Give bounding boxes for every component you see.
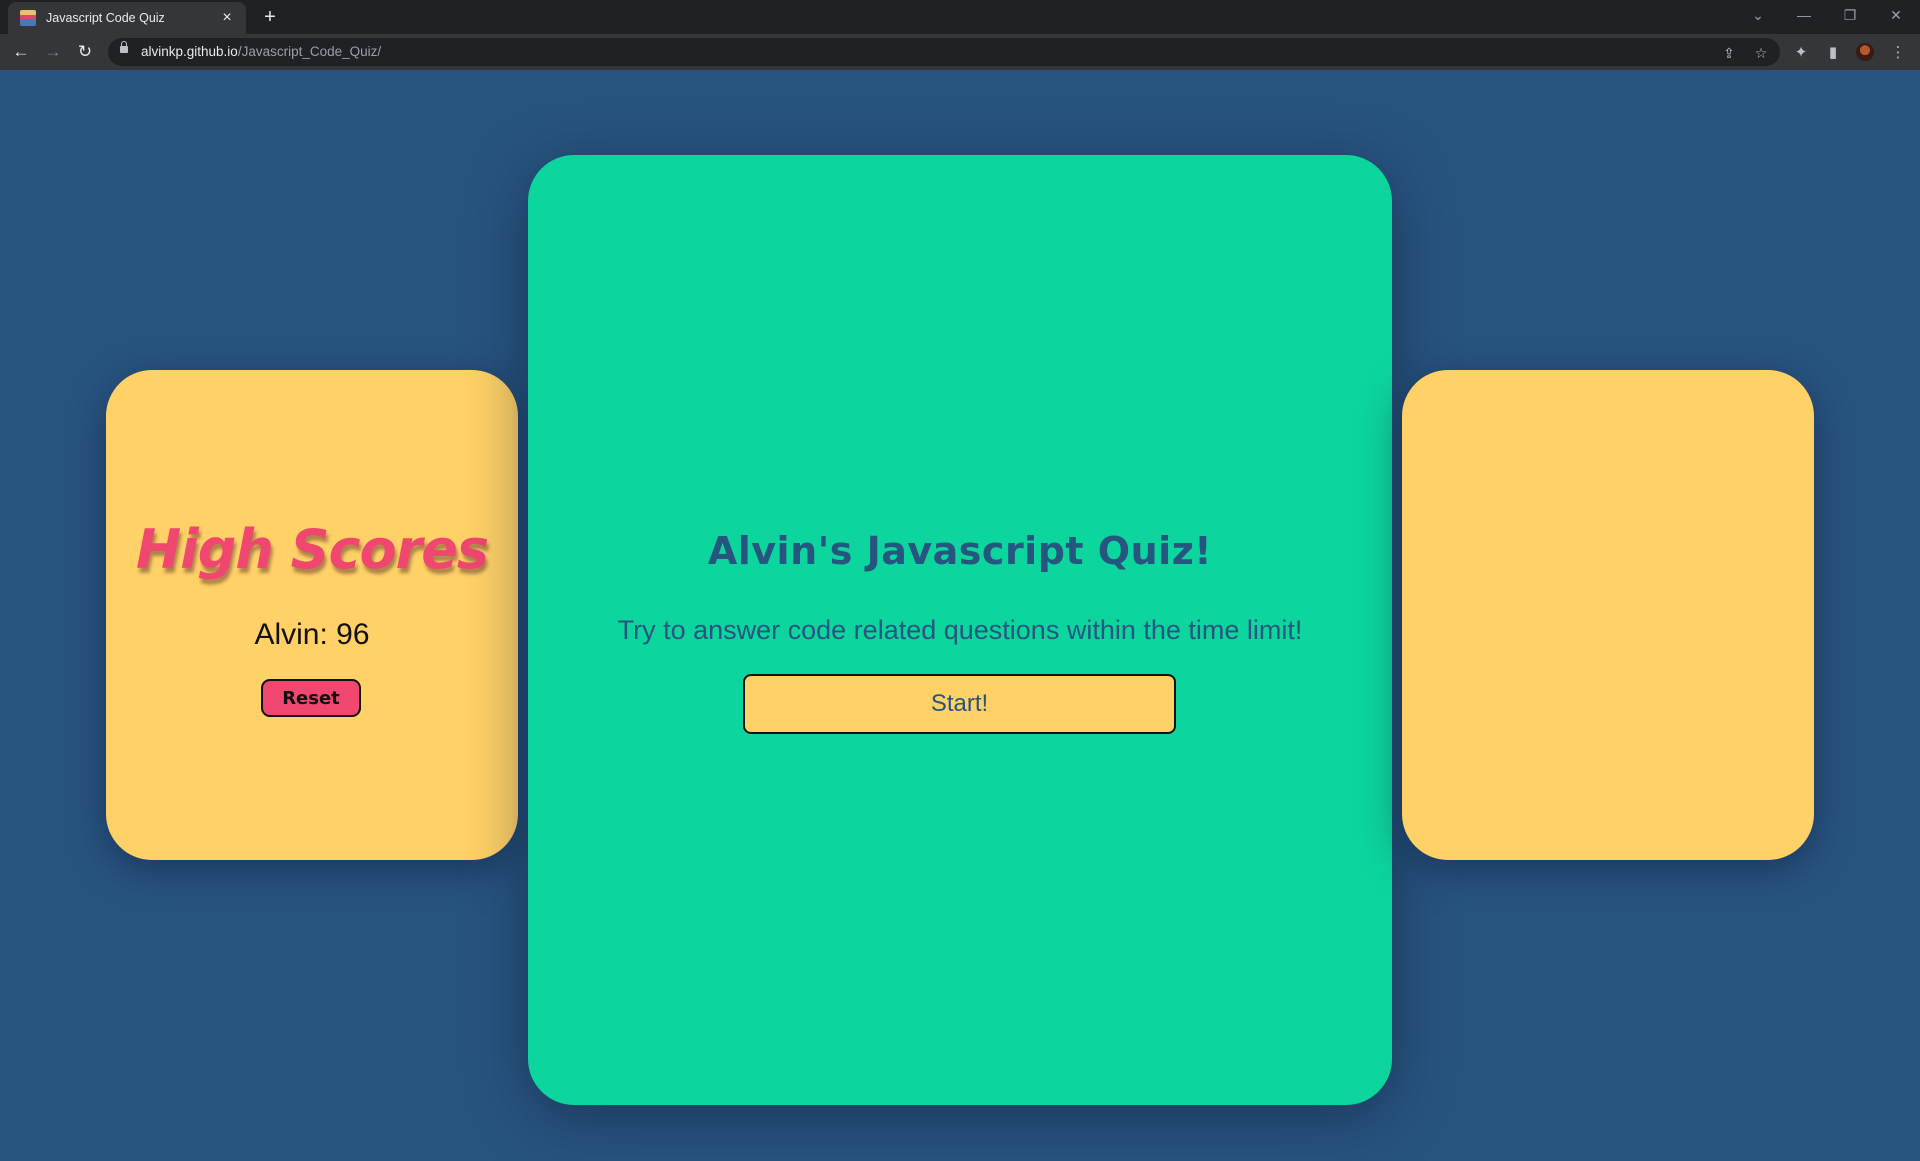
quiz-card: Alvin's Javascript Quiz! Try to answer c…	[528, 155, 1392, 1105]
reload-icon[interactable]: ↻	[72, 39, 98, 65]
lock-icon[interactable]	[120, 41, 128, 53]
quiz-title: Alvin's Javascript Quiz!	[707, 529, 1213, 573]
extensions-icon[interactable]: ✦	[1788, 39, 1814, 65]
browser-tab[interactable]: Javascript Code Quiz ×	[8, 2, 246, 34]
back-icon[interactable]: ←	[8, 39, 34, 65]
tab-strip: Javascript Code Quiz × + ⌄ — ❐ ✕	[0, 0, 1920, 34]
tab-close-icon[interactable]: ×	[216, 7, 238, 29]
menu-icon[interactable]: ⋮	[1885, 39, 1911, 65]
browser-chrome: Javascript Code Quiz × + ⌄ — ❐ ✕ ← → ↻ a…	[0, 0, 1920, 70]
quiz-subtitle: Try to answer code related questions wit…	[617, 615, 1303, 645]
reset-button[interactable]: Reset	[261, 679, 361, 717]
tab-search-icon[interactable]: ⌄	[1738, 2, 1778, 28]
address-bar[interactable]: alvinkp.github.io/Javascript_Code_Quiz/ …	[108, 38, 1780, 66]
high-scores-title: High Scores	[136, 518, 489, 581]
start-button[interactable]: Start!	[743, 674, 1176, 734]
favicon-icon	[20, 10, 36, 26]
high-scores-card: High Scores Alvin: 96 Reset	[106, 370, 518, 860]
bookmark-star-icon[interactable]: ☆	[1750, 42, 1772, 64]
profile-avatar[interactable]	[1856, 43, 1874, 61]
new-tab-icon[interactable]: +	[258, 5, 282, 29]
url-path: /Javascript_Code_Quiz/	[237, 44, 382, 59]
close-window-icon[interactable]: ✕	[1876, 2, 1916, 28]
tab-title: Javascript Code Quiz	[46, 11, 165, 25]
share-icon[interactable]: ⇪	[1718, 42, 1740, 64]
side-panel-icon[interactable]: ▮	[1820, 39, 1846, 65]
timer-card	[1402, 370, 1814, 860]
minimize-icon[interactable]: —	[1784, 2, 1824, 28]
url-host: alvinkp.github.io	[141, 44, 238, 59]
high-score-entry: Alvin: 96	[254, 618, 370, 651]
url-text[interactable]: alvinkp.github.io/Javascript_Code_Quiz/	[141, 44, 381, 59]
browser-toolbar: ← → ↻ alvinkp.github.io/Javascript_Code_…	[0, 34, 1920, 70]
forward-icon[interactable]: →	[40, 39, 66, 65]
restore-icon[interactable]: ❐	[1830, 2, 1870, 28]
